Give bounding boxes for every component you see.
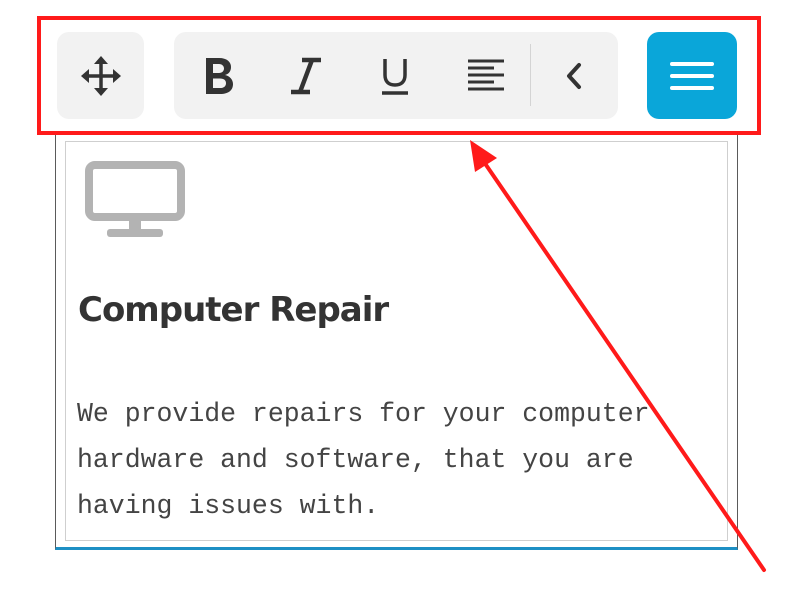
text-format-group bbox=[174, 32, 618, 119]
desktop-monitor-icon bbox=[85, 161, 185, 237]
collapse-toolbar-button[interactable] bbox=[539, 32, 609, 119]
align-left-icon bbox=[468, 59, 504, 90]
underline-icon bbox=[382, 58, 408, 95]
card-title[interactable]: Computer Repair bbox=[78, 290, 389, 330]
service-card-content: Computer Repair We provide repairs for y… bbox=[65, 141, 728, 541]
bold-icon bbox=[206, 57, 233, 94]
toolbar-separator bbox=[530, 44, 531, 106]
move-handle[interactable] bbox=[57, 32, 144, 119]
menu-button[interactable] bbox=[647, 32, 737, 119]
align-button[interactable] bbox=[451, 32, 521, 119]
service-card[interactable]: Computer Repair We provide repairs for y… bbox=[55, 131, 738, 550]
card-description[interactable]: We provide repairs for your computer har… bbox=[77, 391, 717, 529]
bold-button[interactable] bbox=[183, 32, 253, 119]
chevron-left-icon bbox=[567, 62, 581, 89]
italic-button[interactable] bbox=[271, 32, 341, 119]
underline-button[interactable] bbox=[360, 32, 430, 119]
move-icon bbox=[80, 55, 121, 96]
editor-toolbar bbox=[0, 0, 793, 130]
hamburger-menu-icon bbox=[670, 61, 714, 90]
italic-icon bbox=[291, 57, 321, 94]
